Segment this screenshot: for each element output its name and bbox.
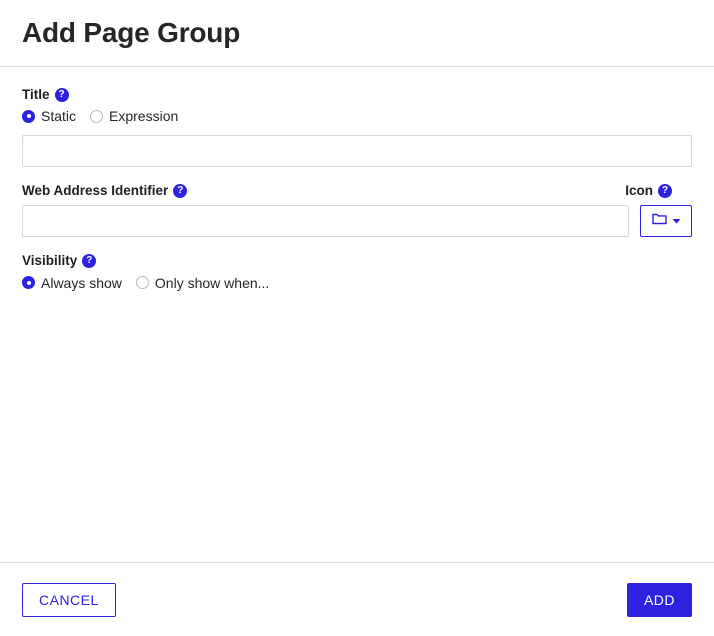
icon-help-icon[interactable]: ? — [658, 184, 672, 199]
web-address-field-block: Web Address Identifier ? Icon ? — [22, 183, 692, 238]
radio-only-show-when-label: Only show when... — [154, 274, 270, 291]
dialog-body: Title ? Static Expression Web Address Id… — [0, 67, 714, 562]
radio-static-mark[interactable] — [22, 109, 35, 123]
chevron-down-icon — [672, 212, 681, 230]
add-button[interactable]: ADD — [626, 582, 692, 617]
page-title: Add Page Group — [22, 16, 241, 48]
title-input-wrap — [22, 135, 692, 168]
radio-option-only-show-when[interactable]: Only show when... — [135, 274, 270, 291]
radio-expression-label: Expression — [109, 108, 179, 125]
visibility-help-icon[interactable]: ? — [82, 254, 97, 269]
title-label: Title — [22, 87, 50, 102]
cancel-button[interactable]: CANCEL — [22, 582, 116, 617]
visibility-field-block: Visibility ? Always show Only show when.… — [22, 253, 692, 290]
radio-only-show-when-mark[interactable] — [135, 276, 149, 290]
visibility-label-row: Visibility ? — [22, 253, 692, 269]
icon-label: Icon — [625, 183, 653, 199]
radio-expression-mark[interactable] — [90, 109, 104, 123]
radio-option-always-show[interactable]: Always show — [22, 276, 122, 290]
radio-always-show-label: Always show — [41, 274, 122, 291]
radio-always-show-mark[interactable] — [22, 276, 35, 290]
web-address-input[interactable] — [22, 205, 629, 238]
dialog-footer: CANCEL ADD — [0, 562, 714, 636]
radio-static-label: Static — [41, 108, 77, 125]
title-label-row: Title ? — [22, 87, 692, 103]
web-address-help-icon[interactable]: ? — [173, 184, 188, 199]
web-address-input-row — [22, 205, 692, 238]
title-mode-radio-group: Static Expression — [22, 109, 692, 123]
folder-icon — [651, 212, 667, 230]
web-address-label-row: Web Address Identifier ? Icon ? — [22, 183, 692, 199]
web-address-label-group: Web Address Identifier ? — [22, 183, 188, 199]
radio-option-static[interactable]: Static — [22, 109, 76, 123]
dialog-header: Add Page Group — [0, 0, 714, 67]
icon-picker-button[interactable] — [640, 205, 692, 238]
title-input[interactable] — [22, 135, 692, 168]
radio-option-expression[interactable]: Expression — [90, 109, 178, 123]
web-address-label: Web Address Identifier — [22, 183, 169, 199]
visibility-label: Visibility — [22, 253, 78, 269]
visibility-radio-group: Always show Only show when... — [22, 276, 692, 290]
title-help-icon[interactable]: ? — [54, 88, 69, 103]
title-field-block: Title ? Static Expression — [22, 87, 692, 168]
icon-label-group: Icon ? — [625, 183, 672, 199]
add-page-group-dialog: Add Page Group Title ? Static Expression — [0, 0, 714, 636]
